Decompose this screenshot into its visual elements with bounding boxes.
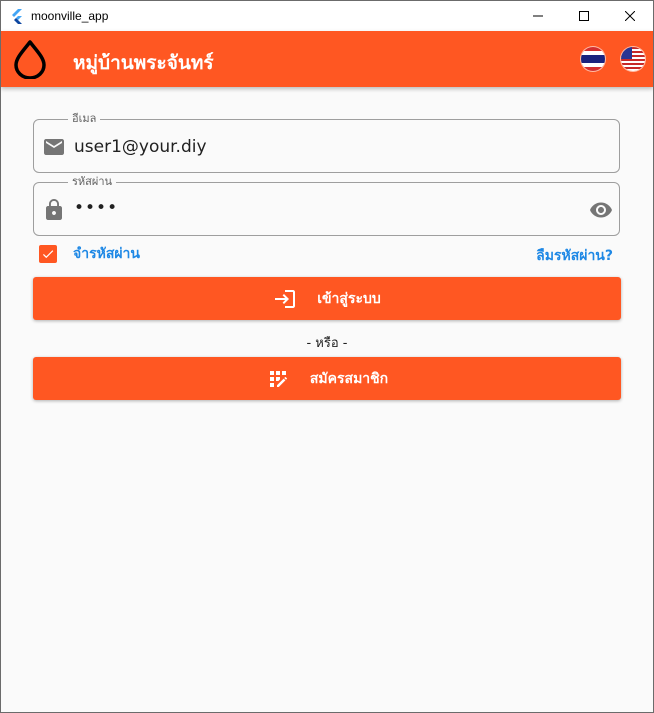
minimize-button[interactable]	[515, 1, 561, 31]
window-titlebar[interactable]: moonville_app	[1, 1, 653, 31]
or-separator: - หรือ -	[306, 336, 348, 351]
thai-flag-icon	[581, 47, 605, 71]
login-icon	[275, 289, 296, 308]
email-label: อีเมล	[68, 112, 101, 126]
login-label: เข้าสู่ระบบ	[317, 290, 381, 307]
remember-checkbox[interactable]	[39, 245, 57, 263]
us-flag-icon	[621, 47, 645, 71]
app-window: moonville_app หมู่บ้านพระจันทร์ อีเมล us…	[0, 0, 654, 713]
lock-icon	[46, 199, 62, 220]
window-title: moonville_app	[31, 9, 109, 23]
close-icon	[625, 11, 635, 21]
remember-password-row[interactable]: จำรหัสผ่าน	[39, 243, 140, 265]
maximize-icon	[579, 11, 589, 21]
remember-label[interactable]: จำรหัสผ่าน	[73, 243, 140, 265]
email-field[interactable]: อีเมล user1@your.diy	[33, 112, 620, 173]
mail-icon	[44, 139, 64, 155]
email-value[interactable]: user1@your.diy	[74, 135, 207, 159]
flutter-logo-icon	[12, 9, 22, 24]
thai-flag-button[interactable]	[581, 47, 605, 71]
login-button[interactable]: เข้าสู่ระบบ	[33, 277, 621, 320]
forgot-password-link[interactable]: ลืมรหัสผ่าน?	[536, 245, 613, 267]
water-drop-icon	[14, 40, 46, 79]
password-value[interactable]: ••••	[74, 196, 118, 220]
app-registration-icon	[269, 370, 287, 387]
app-bar: หมู่บ้านพระจันทร์	[1, 31, 653, 87]
password-field[interactable]: รหัสผ่าน ••••	[33, 175, 620, 236]
close-button[interactable]	[607, 1, 653, 31]
minimize-icon	[533, 15, 543, 17]
maximize-button[interactable]	[561, 1, 607, 31]
app-title: หมู่บ้านพระจันทร์	[73, 52, 214, 74]
eye-icon[interactable]	[589, 198, 613, 222]
register-button[interactable]: สมัครสมาชิก	[33, 357, 621, 400]
password-label: รหัสผ่าน	[68, 175, 117, 189]
us-flag-button[interactable]	[621, 47, 645, 71]
register-label: สมัครสมาชิก	[309, 370, 389, 387]
check-icon	[42, 250, 54, 259]
